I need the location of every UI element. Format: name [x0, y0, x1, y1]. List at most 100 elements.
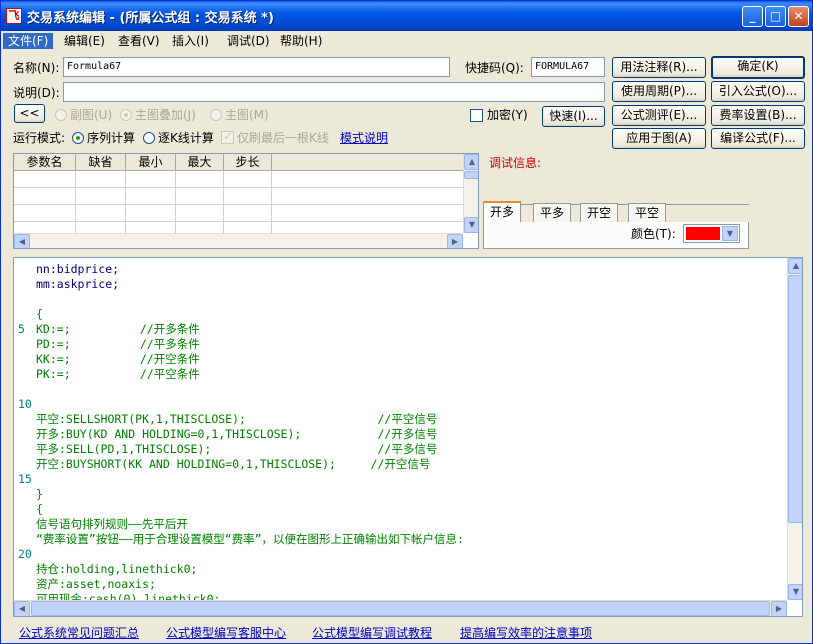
fee-settings-button[interactable]: 费率设置(B)...: [711, 105, 805, 126]
param-default-header[interactable]: 缺省: [76, 154, 126, 171]
debug-info-label: 调试信息:: [489, 156, 542, 170]
code-text: nn:bidprice;: [36, 262, 120, 276]
menu-file[interactable]: 文件(F): [3, 33, 54, 49]
grid-divider: [271, 171, 272, 233]
name-input[interactable]: Formula67: [63, 57, 450, 77]
efficiency-tips-link[interactable]: 提高编写效率的注意事项: [460, 626, 592, 640]
mode-help-link[interactable]: 模式说明: [340, 130, 388, 146]
tab-open-short[interactable]: 开空: [580, 203, 619, 223]
chevron-down-icon[interactable]: ▼: [722, 226, 738, 241]
minimize-button[interactable]: _: [742, 6, 763, 27]
grid-vscroll-thumb[interactable]: [464, 171, 478, 179]
param-row[interactable]: [14, 188, 464, 205]
color-swatch: [686, 227, 720, 240]
code-editor[interactable]: nn:bidprice; mm:askprice; {5 KD:=; //开多条件 PD…: [13, 257, 803, 617]
code-text: {: [36, 307, 43, 321]
scroll-left-icon[interactable]: ◀: [14, 234, 30, 248]
usage-notes-button[interactable]: 用法注释(R)...: [612, 57, 706, 78]
code-text: 开多:BUY(KD AND HOLDING=0,1,THISCLOSE); //…: [36, 427, 438, 441]
scroll-up-icon[interactable]: ▲: [788, 258, 802, 274]
import-formula-button[interactable]: 引入公式(O)...: [711, 81, 805, 102]
scroll-up-icon[interactable]: ▲: [464, 154, 478, 170]
param-row[interactable]: [14, 205, 464, 222]
grid-divider: [223, 171, 224, 233]
support-center-link[interactable]: 公式模型编写客服中心: [166, 626, 286, 640]
code-text: PD:=; //平多条件: [36, 337, 200, 351]
ok-button[interactable]: 确定(K): [711, 56, 805, 79]
main-overlay-radio-label: 主图叠加(J): [135, 108, 196, 122]
code-text: PK:=; //平空条件: [36, 367, 200, 381]
description-input[interactable]: [63, 82, 605, 102]
line-number: 15: [18, 472, 32, 486]
code-text: 平空:SELLSHORT(PK,1,THISCLOSE); //平空信号: [36, 412, 438, 426]
tab-close-short[interactable]: 平空: [628, 203, 667, 223]
code-text: 信号语句排列规则——先平后开: [36, 517, 188, 531]
close-button[interactable]: ✕: [788, 6, 809, 27]
param-min-header[interactable]: 最小: [126, 154, 176, 171]
last-bar-only-checkbox[interactable]: [221, 129, 234, 144]
debug-tutorial-link[interactable]: 公式模型编写调试教程: [312, 626, 432, 640]
subchart-radio[interactable]: [55, 109, 67, 121]
editor-vscroll-thumb[interactable]: [788, 275, 802, 523]
subchart-radio-label: 副图(U): [70, 108, 113, 122]
menu-view[interactable]: 查看(V): [113, 33, 165, 49]
collapse-button[interactable]: <<: [14, 104, 45, 123]
sequence-calc-label: 序列计算: [87, 131, 136, 145]
grid-divider: [75, 171, 76, 233]
compile-formula-button[interactable]: 编译公式(F)...: [711, 128, 805, 149]
grid-vertical-scrollbar[interactable]: ▲ ▼: [463, 154, 478, 233]
apply-to-chart-button[interactable]: 应用于图(A): [612, 128, 706, 149]
maximize-button[interactable]: □: [765, 6, 786, 27]
encrypt-checkbox[interactable]: [470, 109, 483, 122]
shortcut-input[interactable]: FORMULA67: [531, 57, 605, 77]
editor-horizontal-scrollbar[interactable]: ◀ ▶: [14, 600, 787, 616]
code-text: 持仓:holding,linethick0;: [36, 562, 198, 576]
scroll-right-icon[interactable]: ▶: [771, 601, 787, 616]
param-row[interactable]: [14, 171, 464, 188]
formula-test-button[interactable]: 公式测评(E)...: [612, 105, 706, 126]
formula-editor-window: 飞 交易系统编辑 - (所属公式组 : 交易系统 *) _ □ ✕ 文件(F) …: [0, 0, 813, 644]
param-max-header[interactable]: 最大: [176, 154, 224, 171]
grid-divider: [125, 171, 126, 233]
use-period-button[interactable]: 使用周期(P)...: [612, 81, 706, 102]
tab-close-long[interactable]: 平多: [533, 203, 572, 223]
code-text: KD:=; //开多条件: [36, 322, 200, 336]
shortcut-label: 快捷码(Q):: [465, 61, 524, 75]
main-chart-radio-label: 主图(M): [225, 108, 269, 122]
title-bar[interactable]: 飞 交易系统编辑 - (所属公式组 : 交易系统 *) _ □ ✕: [1, 1, 812, 31]
param-step-header[interactable]: 步长: [224, 154, 272, 171]
parameter-grid-header: 参数名 缺省 最小 最大 步长: [14, 154, 464, 171]
editor-vertical-scrollbar[interactable]: ▲ ▼: [787, 258, 802, 600]
menu-insert[interactable]: 插入(I): [167, 33, 214, 49]
line-number: 10: [18, 397, 32, 411]
line-number: 20: [18, 547, 32, 561]
menu-help[interactable]: 帮助(H): [275, 33, 327, 49]
window-title: 交易系统编辑 - (所属公式组 : 交易系统 *): [27, 11, 274, 26]
menu-edit[interactable]: 编辑(E): [59, 33, 110, 49]
main-chart-radio[interactable]: [210, 109, 222, 121]
line-number: 5: [18, 322, 25, 336]
param-name-header[interactable]: 参数名: [14, 154, 76, 171]
editor-hscroll-thumb[interactable]: [31, 601, 770, 616]
main-overlay-radio[interactable]: [120, 109, 132, 121]
app-icon[interactable]: 飞: [6, 8, 22, 24]
scroll-right-icon[interactable]: ▶: [447, 234, 463, 248]
code-text: “费率设置”按钮——用于合理设置模型“费率”，以便在图形上正确输出如下帐户信息:: [36, 532, 464, 546]
fast-button[interactable]: 快速(I)...: [542, 106, 605, 127]
menu-bar: 文件(F) 编辑(E) 查看(V) 插入(I) 调试(D) 帮助(H): [1, 31, 812, 51]
code-text: 资产:asset,noaxis;: [36, 577, 156, 591]
sequence-calc-radio[interactable]: [72, 132, 84, 144]
code-text: 开空:BUYSHORT(KK AND HOLDING=0,1,THISCLOSE…: [36, 457, 431, 471]
tab-open-long[interactable]: 开多: [483, 201, 522, 224]
parameter-grid[interactable]: 参数名 缺省 最小 最大 步长 ▲ ▼ ◀ ▶: [13, 153, 479, 249]
scroll-down-icon[interactable]: ▼: [788, 584, 802, 600]
color-select[interactable]: ▼: [683, 224, 740, 243]
encrypt-label: 加密(Y): [487, 108, 528, 122]
menu-debug[interactable]: 调试(D): [222, 33, 275, 49]
scroll-down-icon[interactable]: ▼: [464, 217, 478, 233]
code-text: }: [36, 487, 43, 501]
grid-horizontal-scrollbar[interactable]: ◀ ▶: [14, 233, 463, 248]
faq-link[interactable]: 公式系统常见问题汇总: [19, 626, 139, 640]
scroll-left-icon[interactable]: ◀: [14, 601, 30, 616]
kline-calc-radio[interactable]: [143, 132, 155, 144]
